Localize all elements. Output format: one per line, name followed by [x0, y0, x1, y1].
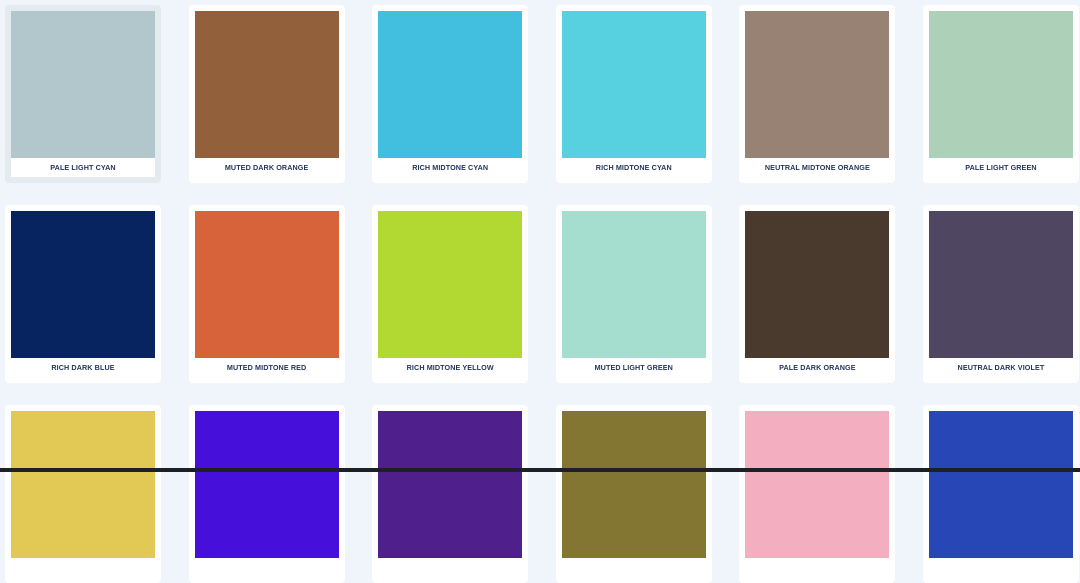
swatch-label: MUTED MIDTONE RED — [226, 363, 307, 372]
swatch-card[interactable]: RICH DARK BLUE — [5, 205, 161, 383]
color-swatch — [194, 11, 339, 158]
swatch-card[interactable] — [555, 405, 712, 583]
swatch-card[interactable] — [739, 405, 896, 583]
color-swatch — [11, 411, 155, 558]
swatch-label: PALE LIGHT CYAN — [11, 158, 155, 177]
swatch-card[interactable] — [372, 405, 529, 583]
swatch-label: PALE LIGHT GREEN — [965, 163, 1037, 172]
swatch-card[interactable]: NEUTRAL DARK VIOLET — [922, 205, 1079, 383]
swatch-label: NEUTRAL MIDTONE ORANGE — [764, 163, 870, 172]
color-swatch — [11, 211, 155, 358]
swatch-card[interactable]: PALE DARK ORANGE — [739, 205, 896, 383]
color-swatch — [378, 411, 523, 558]
color-swatch — [194, 211, 339, 358]
swatch-label — [11, 558, 155, 577]
color-swatch — [561, 11, 706, 158]
color-swatch — [745, 411, 890, 558]
color-swatch — [378, 11, 523, 158]
swatch-card[interactable]: MUTED LIGHT GREEN — [555, 205, 712, 383]
swatch-card[interactable]: RICH MIDTONE CYAN — [372, 5, 529, 183]
color-swatch — [561, 211, 706, 358]
swatch-label — [562, 558, 706, 577]
swatch-label: PALE DARK ORANGE — [779, 363, 856, 372]
swatch-label: RICH MIDTONE CYAN — [412, 163, 489, 172]
swatch-label — [378, 558, 522, 577]
swatch-label — [195, 558, 339, 577]
color-swatch — [745, 211, 890, 358]
color-swatch — [928, 211, 1073, 358]
swatch-card[interactable]: PALE LIGHT GREEN — [922, 5, 1079, 183]
swatch-card[interactable]: MUTED MIDTONE RED — [188, 205, 345, 383]
color-swatch — [928, 11, 1073, 158]
swatch-label: RICH MIDTONE YELLOW — [406, 363, 494, 372]
swatch-card[interactable]: PALE LIGHT CYAN — [5, 5, 161, 183]
color-swatch — [745, 11, 890, 158]
swatch-card[interactable] — [5, 405, 161, 583]
color-swatch — [378, 211, 523, 358]
color-swatch — [194, 411, 339, 558]
swatch-card[interactable] — [188, 405, 345, 583]
swatch-card[interactable]: NEUTRAL MIDTONE ORANGE — [739, 5, 896, 183]
swatch-card[interactable]: RICH MIDTONE YELLOW — [372, 205, 529, 383]
swatch-label: NEUTRAL DARK VIOLET — [957, 363, 1045, 372]
swatch-label — [745, 558, 889, 577]
swatch-label — [929, 558, 1073, 577]
swatch-card[interactable] — [922, 405, 1079, 583]
swatch-card[interactable]: MUTED DARK ORANGE — [188, 5, 345, 183]
swatch-label: RICH MIDTONE CYAN — [595, 163, 672, 172]
swatch-label: RICH DARK BLUE — [51, 363, 115, 372]
color-swatch — [928, 411, 1073, 558]
swatch-card[interactable]: RICH MIDTONE CYAN — [555, 5, 712, 183]
swatch-grid: PALE LIGHT CYAN MUTED DARK ORANGE RICH M… — [5, 5, 1079, 583]
color-swatch — [11, 11, 155, 158]
swatch-label: MUTED LIGHT GREEN — [594, 363, 673, 372]
window-bottom-edge — [0, 468, 1080, 472]
swatch-label: MUTED DARK ORANGE — [224, 163, 309, 172]
color-swatch — [561, 411, 706, 558]
